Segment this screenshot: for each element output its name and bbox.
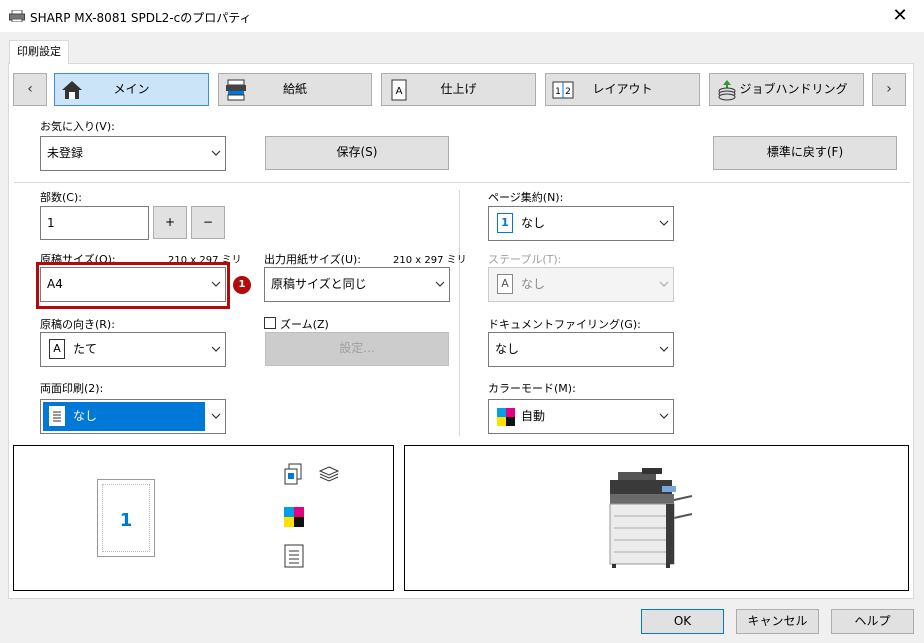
- selection-highlight: [43, 402, 205, 431]
- color-mode-label: カラーモード(M):: [488, 382, 576, 395]
- tab-print-settings[interactable]: 印刷設定: [9, 40, 69, 64]
- nav-prev-button[interactable]: ‹: [13, 73, 47, 106]
- staple-label: ステープル(T):: [488, 253, 562, 266]
- highlight-box: [36, 262, 230, 309]
- callout-badge: 1: [233, 276, 251, 294]
- help-button[interactable]: ヘルプ: [831, 609, 914, 634]
- favorites-value: 未登録: [47, 146, 84, 160]
- duplex-label: 両面印刷(2):: [40, 382, 104, 395]
- copies-decrement-button[interactable]: −: [191, 206, 225, 239]
- reset-defaults-button[interactable]: 標準に戻す(F): [713, 136, 897, 170]
- nav-tab-layout[interactable]: 1 2 レイアウト: [545, 73, 700, 106]
- color-auto-icon: [497, 408, 515, 426]
- zoom-settings-button[interactable]: 設定...: [265, 332, 449, 366]
- document-filing-dropdown[interactable]: なし: [488, 332, 674, 367]
- staple-value: なし: [521, 277, 546, 291]
- n-up-value: なし: [521, 216, 546, 230]
- copies-increment-button[interactable]: +: [153, 206, 187, 239]
- printer-preview-panel: [404, 445, 909, 591]
- print-preview-panel: 1: [13, 445, 394, 591]
- page-number: 1: [119, 510, 133, 531]
- favorites-dropdown[interactable]: 未登録: [40, 136, 226, 171]
- duplex-dropdown[interactable]: なし: [40, 399, 226, 434]
- color-mode-dropdown[interactable]: 自動: [488, 399, 674, 434]
- duplex-value: なし: [73, 409, 98, 423]
- chevron-down-icon: [211, 413, 221, 419]
- nav-tab-paper-label: 給紙: [282, 82, 307, 96]
- nav-tab-finishing[interactable]: A 仕上げ: [381, 73, 536, 106]
- document-filing-label: ドキュメントファイリング(G):: [488, 318, 641, 331]
- chevron-down-icon: [659, 346, 669, 352]
- chevron-down-icon: [659, 413, 669, 419]
- chevron-down-icon: [211, 346, 221, 352]
- copies-value: 1: [47, 216, 55, 230]
- page-preview: 1: [97, 479, 155, 557]
- n-up-icon: 1: [497, 213, 513, 233]
- chevron-down-icon: [435, 281, 445, 287]
- cancel-button[interactable]: キャンセル: [736, 609, 819, 634]
- orientation-label: 原稿の向き(R):: [40, 318, 115, 331]
- nav-tab-job-handling[interactable]: ジョブハンドリング: [709, 73, 864, 106]
- document-filing-value: なし: [495, 342, 520, 356]
- copies-label: 部数(C):: [40, 191, 82, 204]
- nav-next-button[interactable]: ›: [872, 73, 906, 106]
- divider: [14, 182, 910, 183]
- orientation-value: たて: [73, 342, 98, 356]
- output-size-value: 原稿サイズと同じ: [271, 277, 367, 291]
- n-up-dropdown[interactable]: 1 なし: [488, 206, 674, 241]
- orientation-dropdown[interactable]: A たて: [40, 332, 226, 367]
- staple-icon: A: [497, 274, 513, 294]
- color-mode-preview-icon: [284, 507, 304, 527]
- ok-button[interactable]: OK: [641, 609, 724, 634]
- chevron-down-icon: [659, 220, 669, 226]
- zoom-label: ズーム(Z): [280, 318, 329, 331]
- stack-icon: [318, 466, 340, 482]
- chevron-down-icon: [211, 150, 221, 156]
- staple-dropdown[interactable]: A なし: [488, 267, 674, 302]
- output-size-label: 出力用紙サイズ(U):: [264, 253, 362, 266]
- printer-icon: [9, 10, 25, 22]
- printer-illustration-icon: [609, 468, 693, 568]
- n-up-label: ページ集約(N):: [488, 191, 564, 204]
- favorites-label: お気に入り(V):: [40, 120, 115, 133]
- nav-tab-finishing-label: 仕上げ: [440, 82, 477, 96]
- save-button[interactable]: 保存(S): [265, 136, 449, 170]
- color-mode-value: 自動: [521, 409, 546, 423]
- nav-tab-paper[interactable]: 給紙: [218, 73, 372, 106]
- copies-pages-icon: [284, 463, 302, 485]
- nav-tab-job-handling-label: ジョブハンドリング: [739, 82, 848, 96]
- portrait-icon: A: [49, 339, 65, 359]
- nav-tab-layout-label: レイアウト: [592, 82, 653, 96]
- simplex-icon: [49, 406, 65, 426]
- zoom-checkbox[interactable]: [264, 317, 276, 329]
- output-size-dimensions: 210 x 297 ミリ: [393, 255, 467, 266]
- nav-tab-main-label: メイン: [113, 82, 150, 96]
- divider: [459, 190, 460, 436]
- window-title: SHARP MX-8081 SPDL2-cのプロパティ: [30, 11, 252, 25]
- simplex-preview-icon: [284, 544, 304, 568]
- close-button[interactable]: ✕: [888, 4, 912, 28]
- nav-tab-main[interactable]: メイン: [54, 73, 209, 106]
- output-size-dropdown[interactable]: 原稿サイズと同じ: [264, 267, 450, 302]
- copies-input[interactable]: 1: [40, 206, 149, 240]
- chevron-down-icon: [659, 281, 669, 287]
